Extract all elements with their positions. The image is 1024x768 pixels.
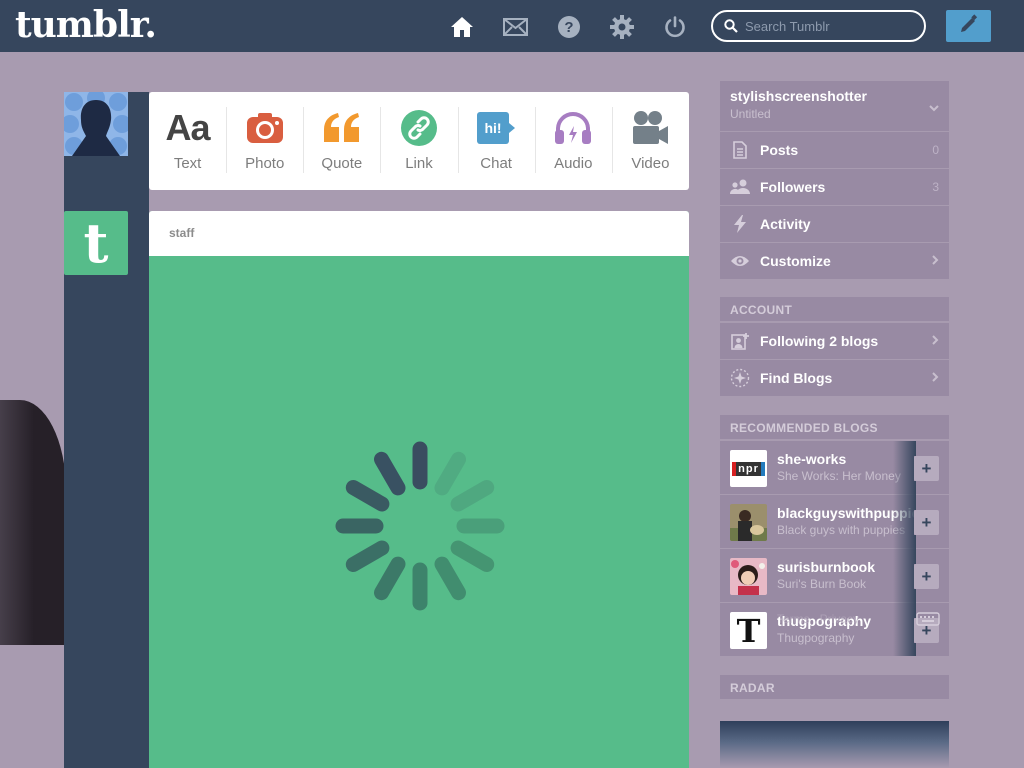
blackguyswithpuppies-avatar: [730, 504, 767, 541]
chevron-right-icon: [931, 252, 939, 270]
post-type-video[interactable]: Video: [611, 92, 689, 190]
compose-button[interactable]: [946, 10, 991, 42]
blog-title: Untitled: [730, 107, 771, 121]
post-author-link[interactable]: staff: [169, 226, 194, 240]
posts-count: 0: [932, 143, 939, 157]
sidebar-item-activity[interactable]: Activity: [720, 206, 949, 242]
post-type-audio[interactable]: Audio: [534, 92, 612, 190]
follow-button[interactable]: +: [914, 456, 939, 481]
search-box[interactable]: [711, 10, 926, 42]
lightning-icon: [730, 215, 750, 233]
followers-count: 3: [932, 180, 939, 194]
chevron-right-icon: [931, 332, 939, 350]
recommended-edge-shade: [893, 441, 916, 656]
radar-preview-image[interactable]: [720, 721, 949, 768]
sidebar-item-followers[interactable]: Followers 3: [720, 169, 949, 205]
blog-selector[interactable]: stylishscreenshotter Untitled: [720, 81, 949, 131]
background-artwork: [0, 400, 66, 645]
compass-icon: [730, 368, 750, 388]
user-avatar[interactable]: [64, 92, 128, 156]
footer-links[interactable]: Terms Privacy: [777, 612, 859, 626]
recommended-heading: RECOMMENDED BLOGS: [720, 415, 949, 439]
post-type-photo[interactable]: Photo: [226, 92, 303, 190]
home-icon[interactable]: [449, 14, 475, 40]
staff-avatar[interactable]: t: [64, 211, 128, 275]
thugpography-avatar: T: [730, 612, 767, 649]
account-heading: ACCOUNT: [720, 297, 949, 321]
chat-icon: hi!: [476, 108, 516, 148]
post-type-quote[interactable]: Quote: [303, 92, 380, 190]
staff-post: staff: [149, 211, 689, 768]
keyboard-icon[interactable]: [916, 612, 940, 631]
camera-icon: [246, 108, 284, 148]
sidebar-item-posts[interactable]: Posts 0: [720, 132, 949, 168]
svg-text:hi!: hi!: [485, 120, 502, 136]
top-navigation-bar: tumblr. ?: [0, 0, 1024, 52]
blog-name: stylishscreenshotter: [730, 88, 867, 104]
radar-heading: RADAR: [720, 675, 949, 699]
search-input[interactable]: [745, 17, 915, 35]
sidebar-item-following[interactable]: Following 2 blogs: [720, 323, 949, 359]
post-header: staff: [149, 211, 689, 256]
help-icon[interactable]: ?: [556, 14, 582, 40]
post-type-text[interactable]: Aa Text: [149, 92, 226, 190]
add-person-icon: [730, 332, 750, 350]
she-works-avatar: npr: [730, 450, 767, 487]
surisburnbook-avatar: [730, 558, 767, 595]
dashboard-column: [64, 92, 149, 768]
text-icon: Aa: [165, 107, 211, 148]
sidebar-item-customize[interactable]: Customize: [720, 243, 949, 279]
tumblr-logo[interactable]: tumblr.: [15, 4, 157, 46]
power-icon[interactable]: [662, 14, 688, 40]
chevron-down-icon: [929, 99, 939, 117]
people-icon: [730, 179, 750, 195]
eye-icon: [730, 254, 750, 268]
link-icon: [400, 108, 437, 148]
mail-icon[interactable]: [502, 14, 528, 40]
document-icon: [730, 141, 750, 159]
post-type-panel: Aa Text Photo Quote Link hi! Chat Audio: [149, 92, 689, 190]
follow-button[interactable]: +: [914, 564, 939, 589]
settings-icon[interactable]: [609, 14, 635, 40]
post-type-chat[interactable]: hi! Chat: [457, 92, 535, 190]
svg-text:?: ?: [564, 19, 573, 36]
loading-spinner-icon: [335, 441, 505, 611]
post-type-link[interactable]: Link: [380, 92, 457, 190]
pencil-icon: [959, 13, 979, 39]
follow-button[interactable]: +: [914, 510, 939, 535]
headphones-icon: [553, 108, 593, 148]
search-icon: [724, 19, 738, 38]
sidebar-item-find-blogs[interactable]: Find Blogs: [720, 360, 949, 396]
chevron-right-icon: [931, 369, 939, 387]
quote-icon: [322, 108, 362, 148]
video-camera-icon: [631, 108, 669, 148]
